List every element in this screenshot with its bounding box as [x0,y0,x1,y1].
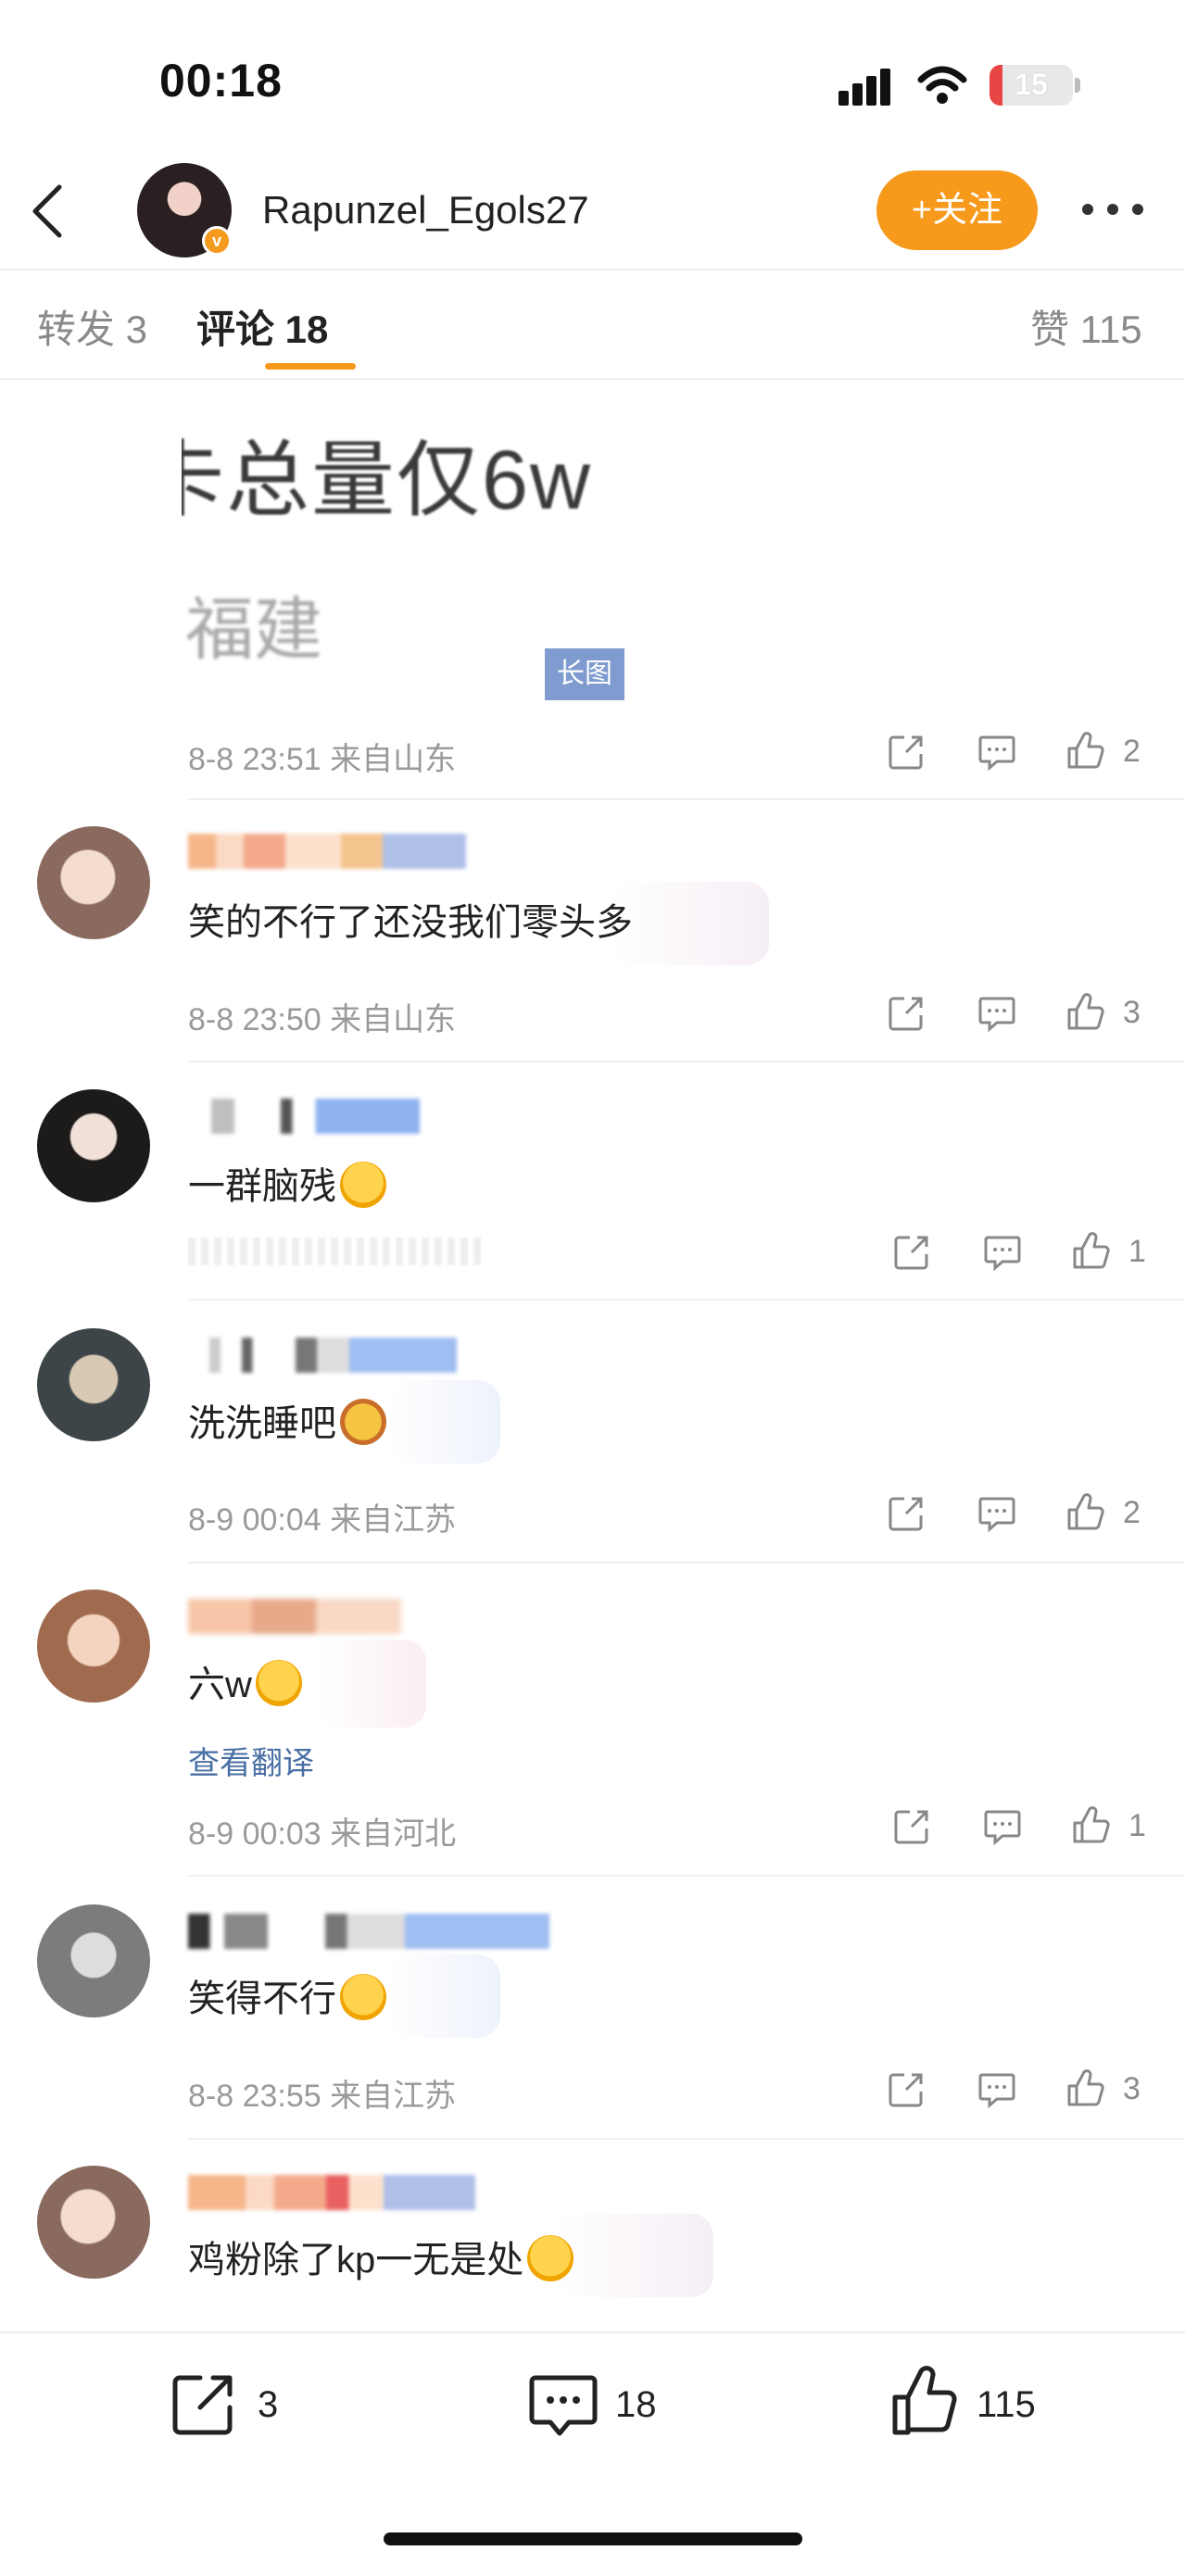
comment-text: 鸡粉除了kp一无是处 [188,2230,574,2283]
battery-indicator: 15 [990,65,1073,106]
comment-text: 一群脑残 [188,1156,386,1210]
share-icon[interactable] [886,1493,927,1534]
reply-icon[interactable] [977,1493,1017,1534]
comment-sticker [611,882,769,965]
commenter-name-redacted[interactable] [188,1599,401,1634]
comment-meta-redacted [188,1238,485,1265]
emoji-icon [527,2235,574,2281]
like-icon[interactable] [1071,1804,1112,1845]
like-icon[interactable] [1071,1230,1112,1271]
comment-text: 洗洗睡吧 [188,1393,386,1447]
translate-link[interactable]: 查看翻译 [188,1738,314,1783]
commenter-avatar[interactable] [37,1328,150,1441]
post-image-clip[interactable]: 卡总量仅6w 福建 [182,398,663,676]
like-count: 3 [1123,2071,1141,2106]
back-arrow-icon[interactable] [26,182,70,241]
like-count: 2 [1123,734,1141,769]
emoji-icon [340,1162,386,1208]
cellular-signal-icon [838,67,896,106]
comment-sticker [389,1954,500,2038]
like-icon[interactable] [1065,1491,1106,1532]
share-icon[interactable] [886,993,927,1034]
follow-button[interactable]: +关注 [876,170,1038,250]
like-count-total: 115 [977,2384,1036,2425]
comment-divider [188,1875,1185,1877]
like-count: 1 [1128,1808,1146,1843]
comment-meta: 8-9 00:04 来自江苏 [188,1502,457,1538]
battery-level: 15 [1015,68,1048,101]
like-icon[interactable] [1065,991,1106,1032]
comment-icon[interactable] [526,2367,600,2441]
comment-text: 六w [188,1654,302,1708]
active-tab-indicator [265,363,356,370]
like-count: 1 [1128,1234,1146,1269]
comment-meta: 8-9 00:03 来自河北 [188,1816,457,1852]
verified-badge-icon: v [202,226,232,256]
long-image-badge[interactable]: 长图 [545,648,624,700]
tab-comments[interactable]: 评论 18 [196,298,328,355]
commenter-name-redacted[interactable] [188,1338,457,1373]
reply-icon[interactable] [977,993,1017,1034]
comment-sticker [389,1380,500,1464]
nav-divider [0,269,1185,270]
comment-divider [188,2138,1185,2140]
comment-text: 笑的不行了还没我们零头多 [188,902,633,943]
tab-reposts[interactable]: 转发 3 [37,298,147,355]
wifi-icon [917,66,967,104]
like-icon[interactable] [1065,2067,1106,2108]
comment-text: 笑得不行 [188,1968,386,2022]
comment-count: 18 [615,2384,657,2425]
comment-text-value: 一群脑残 [188,1166,336,1207]
comment-sticker [315,1640,426,1728]
reply-icon[interactable] [977,732,1017,773]
comment-sticker [556,2214,713,2297]
emoji-icon [340,1974,386,2020]
reply-icon[interactable] [982,1806,1023,1847]
post-image-headline: 卡总量仅6w [182,434,593,527]
home-indicator[interactable] [384,2532,802,2545]
tab-likes[interactable]: 赞 115 [1030,298,1142,355]
repost-count: 3 [258,2384,279,2425]
comment-text-value: 洗洗睡吧 [188,1403,336,1444]
more-dots-icon[interactable] [1082,193,1143,226]
comment-divider [188,798,1185,800]
like-icon[interactable] [888,2364,962,2438]
author-name[interactable]: Rapunzel_Egols27 [262,188,589,232]
share-icon[interactable] [891,1232,932,1273]
share-icon[interactable] [886,732,927,773]
commenter-name-redacted[interactable] [188,1914,549,1949]
commenter-avatar[interactable] [37,1089,150,1202]
post-image-subline: 福建 [185,591,322,668]
commenter-name-redacted[interactable] [188,1099,420,1134]
comment-meta: 8-8 23:55 来自江苏 [188,2079,457,2114]
comment-divider [188,1562,1185,1564]
share-icon[interactable] [891,1806,932,1847]
comment-text-value: 笑得不行 [188,1979,336,2019]
emoji-icon [255,1660,302,1706]
commenter-avatar[interactable] [37,826,150,939]
like-count: 3 [1123,995,1141,1030]
like-icon[interactable] [1065,730,1106,771]
commenter-name-redacted[interactable] [188,834,466,869]
comment-meta: 8-8 23:50 来自山东 [188,1002,457,1037]
commenter-name-redacted[interactable] [188,2175,475,2210]
status-time: 00:18 [159,55,283,107]
battery-tip [1075,78,1080,93]
like-count: 2 [1123,1495,1141,1530]
comment-text-value: 六w [188,1665,252,1705]
commenter-avatar[interactable] [37,2166,150,2279]
commenter-avatar[interactable] [37,1590,150,1703]
comment-divider [188,1061,1185,1062]
post-meta: 8-8 23:51 来自山东 [188,742,457,777]
commenter-avatar[interactable] [37,1904,150,2017]
tabs-divider [0,378,1185,380]
reply-icon[interactable] [982,1232,1023,1273]
share-icon[interactable] [886,2069,927,2110]
comment-text-value: 鸡粉除了kp一无是处 [188,2240,524,2281]
comment-divider [188,1299,1185,1301]
repost-icon[interactable] [167,2367,241,2441]
reply-icon[interactable] [977,2069,1017,2110]
emoji-icon [340,1399,386,1445]
